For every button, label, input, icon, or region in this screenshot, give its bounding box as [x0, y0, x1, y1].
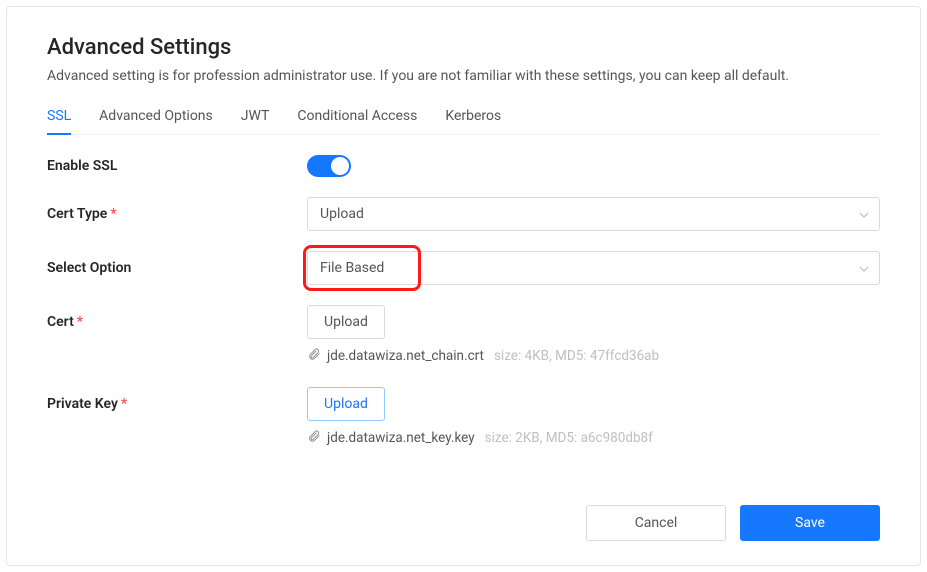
label-cert: Cert* [47, 314, 307, 330]
advanced-settings-panel: Advanced Settings Advanced setting is fo… [6, 6, 921, 566]
button-row: Cancel Save [586, 505, 880, 541]
tab-conditional-access[interactable]: Conditional Access [297, 108, 417, 134]
paperclip-icon [307, 429, 321, 447]
private-key-upload-button[interactable]: Upload [307, 387, 385, 421]
required-asterisk: * [121, 396, 127, 412]
cancel-button[interactable]: Cancel [586, 505, 726, 541]
cert-file-info: jde.datawiza.net_chain.crt size: 4KB, MD… [307, 347, 880, 365]
required-asterisk: * [77, 314, 83, 330]
page-title: Advanced Settings [47, 35, 880, 60]
cert-filename: jde.datawiza.net_chain.crt [327, 348, 484, 364]
row-private-key: Private Key* Upload [47, 387, 880, 421]
tab-ssl[interactable]: SSL [47, 108, 71, 134]
private-key-filename: jde.datawiza.net_key.key [327, 430, 475, 446]
cert-file-meta: size: 4KB, MD5: 47ffcd36ab [494, 348, 659, 364]
label-enable-ssl: Enable SSL [47, 158, 307, 174]
select-option-select[interactable]: File Based [307, 251, 880, 285]
tab-kerberos[interactable]: Kerberos [445, 108, 501, 134]
row-enable-ssl: Enable SSL [47, 155, 880, 177]
row-cert-type: Cert Type* Upload [47, 197, 880, 231]
enable-ssl-switch[interactable] [307, 155, 351, 177]
tab-advanced-options[interactable]: Advanced Options [99, 108, 213, 134]
cert-upload-button[interactable]: Upload [307, 305, 385, 339]
private-key-file-meta: size: 2KB, MD5: a6c980db8f [485, 430, 653, 446]
switch-knob [331, 157, 349, 175]
label-select-option: Select Option [47, 260, 307, 276]
required-asterisk: * [110, 206, 116, 222]
select-option-value: File Based [320, 260, 384, 276]
row-cert: Cert* Upload [47, 305, 880, 339]
label-cert-type: Cert Type* [47, 206, 307, 222]
tab-jwt[interactable]: JWT [241, 108, 270, 134]
chevron-down-icon [859, 260, 869, 276]
row-select-option: Select Option File Based [47, 251, 880, 285]
paperclip-icon [307, 347, 321, 365]
page-subtitle: Advanced setting is for profession admin… [47, 68, 880, 84]
private-key-file-info: jde.datawiza.net_key.key size: 2KB, MD5:… [307, 429, 880, 447]
tabs: SSL Advanced Options JWT Conditional Acc… [47, 108, 880, 135]
cert-type-value: Upload [320, 206, 364, 222]
save-button[interactable]: Save [740, 505, 880, 541]
label-private-key: Private Key* [47, 396, 307, 412]
cert-type-select[interactable]: Upload [307, 197, 880, 231]
chevron-down-icon [859, 206, 869, 222]
